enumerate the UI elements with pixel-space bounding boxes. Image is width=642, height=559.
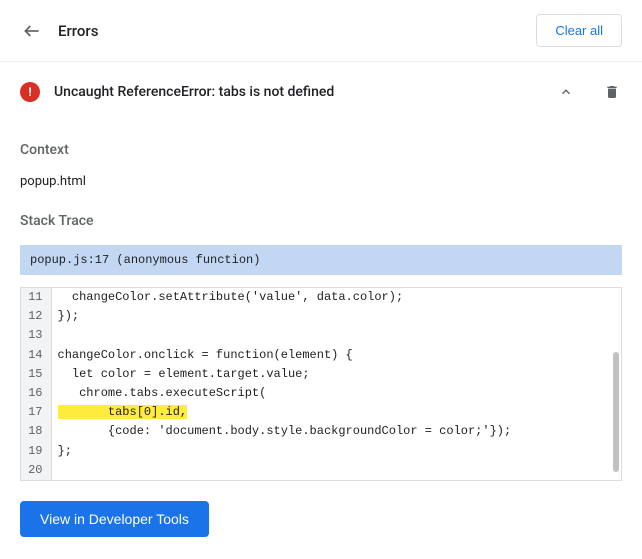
code-line: 13: [21, 326, 621, 345]
error-icon: !: [20, 82, 40, 102]
line-code: changeColor.onclick = function(element) …: [51, 346, 621, 365]
line-number: 19: [21, 442, 51, 461]
code-line: 20: [21, 461, 621, 480]
line-number: 12: [21, 307, 51, 326]
code-line: 16 chrome.tabs.executeScript(: [21, 384, 621, 403]
line-code: let color = element.target.value;: [51, 365, 621, 384]
page-header: Errors Clear all: [0, 0, 642, 62]
line-number: 14: [21, 346, 51, 365]
line-code: chrome.tabs.executeScript(: [51, 384, 621, 403]
stack-trace-location[interactable]: popup.js:17 (anonymous function): [20, 245, 622, 275]
code-line: 19};: [21, 442, 621, 461]
line-code: changeColor.setAttribute('value', data.c…: [51, 288, 621, 307]
code-line: 18 {code: 'document.body.style.backgroun…: [21, 422, 621, 441]
line-code: [51, 326, 621, 345]
code-line: 17 tabs[0].id,: [21, 403, 621, 422]
line-number: 18: [21, 422, 51, 441]
line-number: 11: [21, 288, 51, 307]
code-line: 14changeColor.onclick = function(element…: [21, 346, 621, 365]
error-message: Uncaught ReferenceError: tabs is not def…: [54, 84, 554, 100]
view-developer-tools-button[interactable]: View in Developer Tools: [20, 501, 209, 537]
content-area: ! Uncaught ReferenceError: tabs is not d…: [0, 62, 642, 537]
trash-icon[interactable]: [602, 82, 622, 102]
line-code: };: [51, 442, 621, 461]
code-line: 12});: [21, 307, 621, 326]
code-viewer[interactable]: 11 changeColor.setAttribute('value', dat…: [20, 287, 622, 481]
code-line: 11 changeColor.setAttribute('value', dat…: [21, 288, 621, 307]
highlighted-error-line: tabs[0].id,: [58, 405, 188, 419]
line-number: 16: [21, 384, 51, 403]
error-header-row[interactable]: ! Uncaught ReferenceError: tabs is not d…: [20, 62, 622, 118]
line-code: [51, 461, 621, 480]
line-code: {code: 'document.body.style.backgroundCo…: [51, 422, 621, 441]
code-line: 15 let color = element.target.value;: [21, 365, 621, 384]
line-code: tabs[0].id,: [51, 403, 621, 422]
line-number: 13: [21, 326, 51, 345]
line-number: 20: [21, 461, 51, 480]
chevron-up-icon[interactable]: [554, 80, 578, 104]
line-code: });: [51, 307, 621, 326]
page-title: Errors: [58, 22, 536, 40]
scrollbar[interactable]: [613, 352, 619, 472]
stack-trace-label: Stack Trace: [20, 213, 622, 229]
back-arrow-icon[interactable]: [20, 19, 44, 43]
clear-all-button[interactable]: Clear all: [536, 14, 622, 47]
line-number: 15: [21, 365, 51, 384]
context-value: popup.html: [20, 174, 622, 189]
context-label: Context: [20, 142, 622, 158]
line-number: 17: [21, 403, 51, 422]
